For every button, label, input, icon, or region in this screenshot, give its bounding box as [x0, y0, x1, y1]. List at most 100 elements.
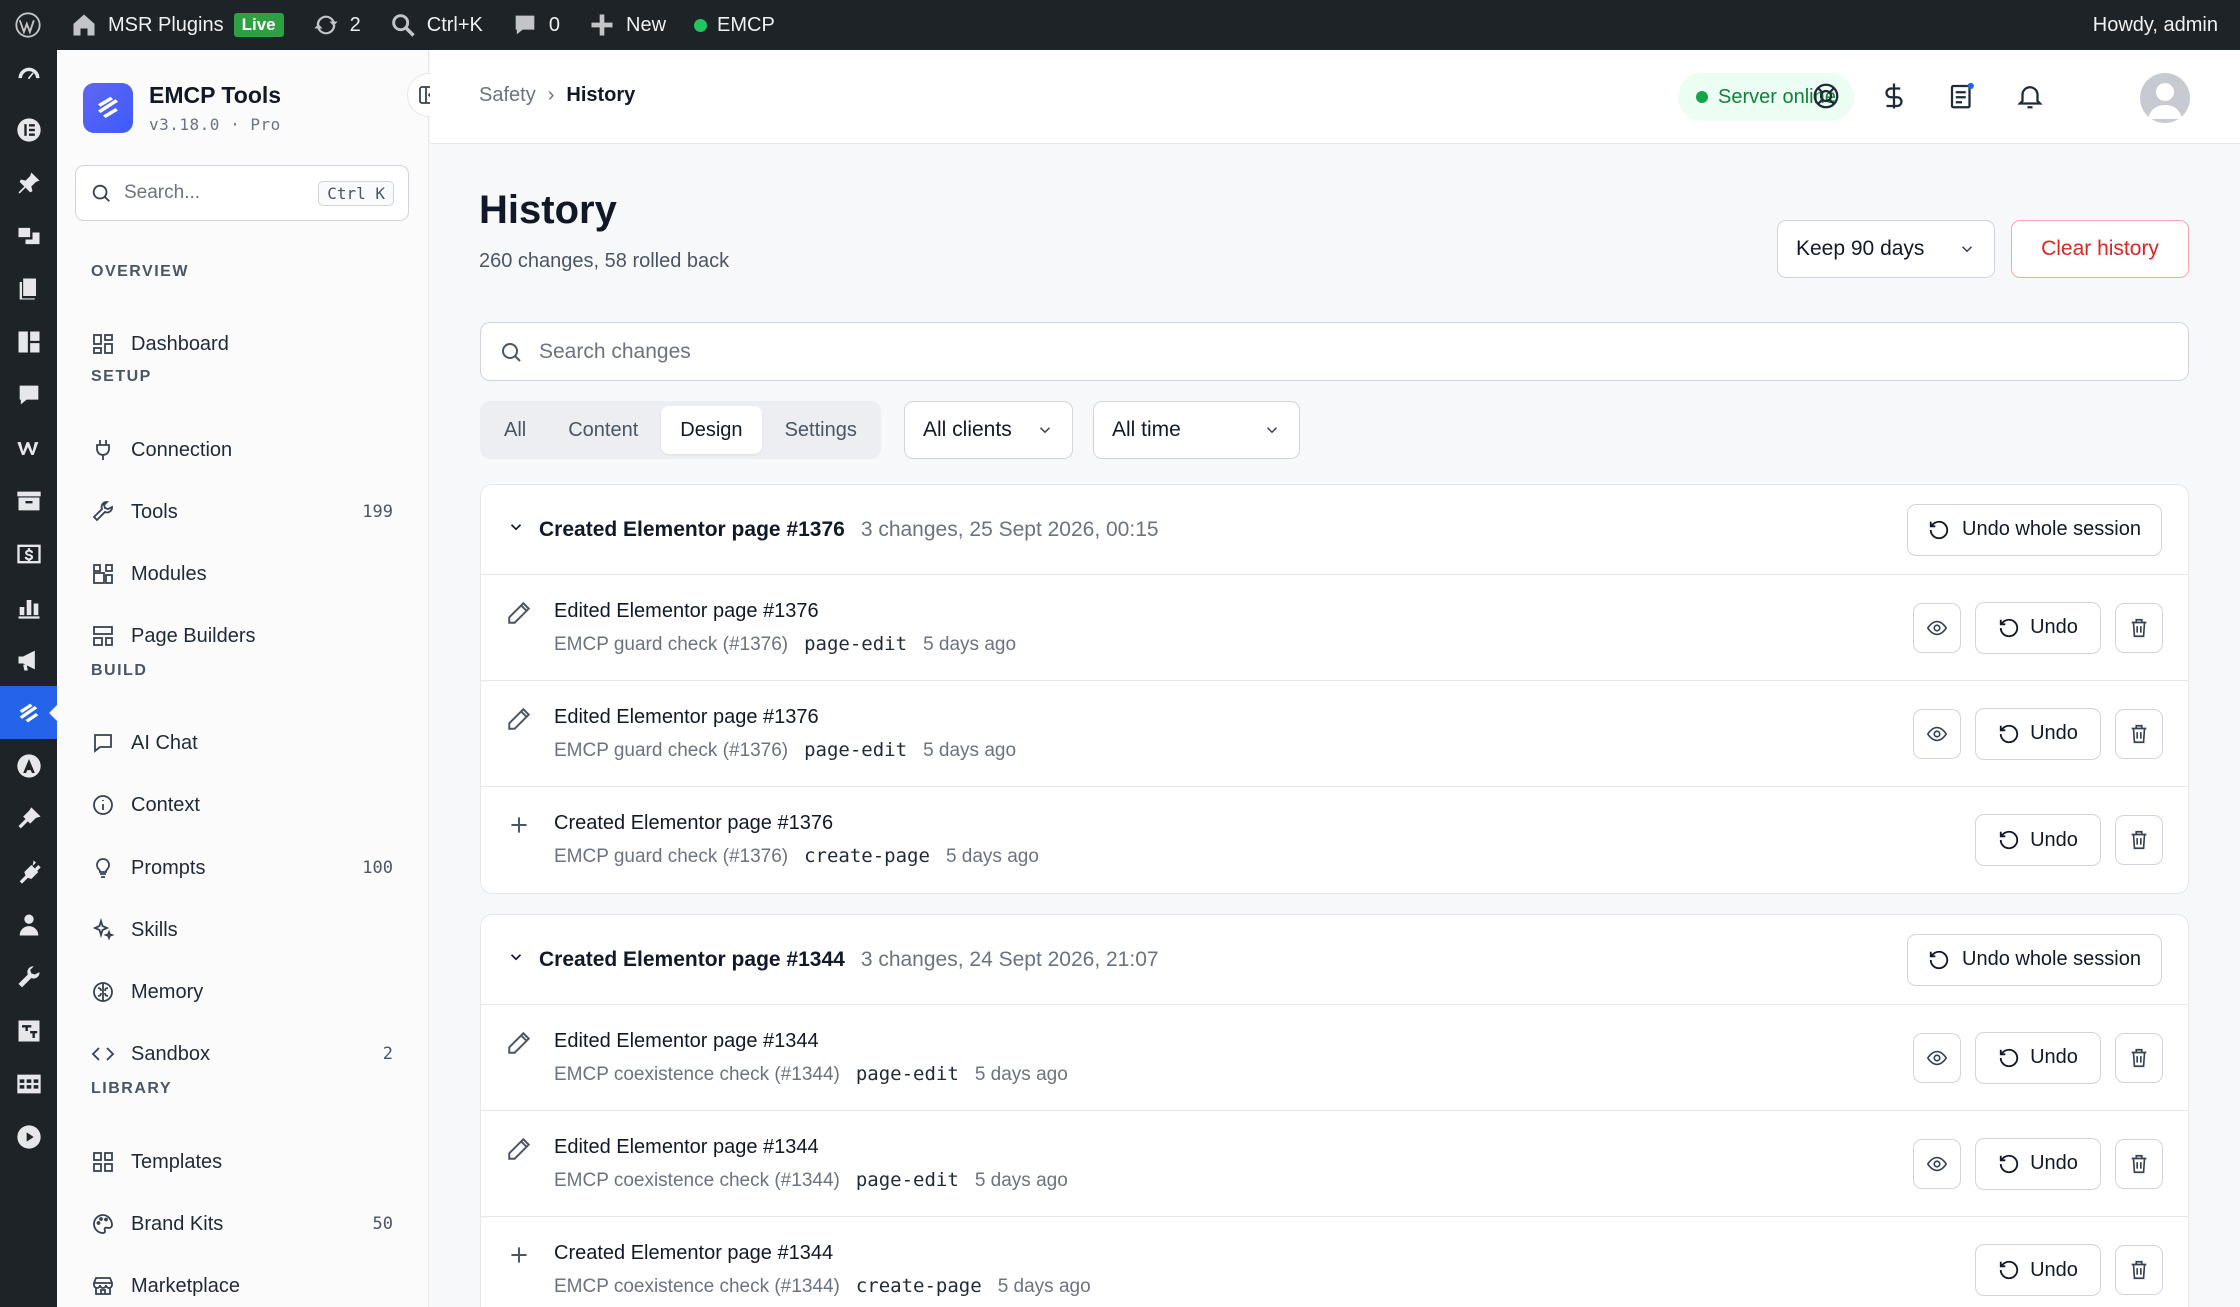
tab-content[interactable]: Content [549, 406, 657, 454]
plus-icon [506, 812, 532, 838]
avatar[interactable] [2140, 73, 2190, 123]
elementor-icon[interactable] [0, 103, 57, 156]
sidebar-item-memory[interactable]: Memory [75, 966, 409, 1018]
undo-button[interactable]: Undo [1975, 1244, 2101, 1296]
dashboard-grid-icon [93, 334, 113, 354]
woocommerce-icon[interactable] [0, 421, 57, 474]
media-icon[interactable] [0, 209, 57, 262]
pricing-dollar-icon[interactable] [1876, 78, 1912, 114]
pages-icon[interactable] [0, 262, 57, 315]
undo-label: Undo [2030, 1152, 2078, 1174]
clear-history-button[interactable]: Clear history [2011, 220, 2189, 278]
emcp-link[interactable]: EMCP [680, 0, 789, 50]
section-library: LIBRARY [91, 1080, 173, 1097]
sidebar-item-brand-kits[interactable]: Brand Kits 50 [75, 1198, 409, 1250]
dashboard-gauge-icon[interactable] [0, 50, 57, 103]
undo-whole-session-button[interactable]: Undo whole session [1907, 933, 2162, 986]
sidebar-item-ai-chat[interactable]: AI Chat [75, 717, 409, 769]
row-title: Created Elementor page #1376 [554, 812, 834, 834]
home-icon [73, 14, 95, 36]
sidebar-item-label: Brand Kits [131, 1212, 224, 1235]
payments-dollar-icon[interactable] [0, 527, 57, 580]
tables-icon[interactable] [0, 1057, 57, 1110]
undo-button[interactable]: Undo [1975, 707, 2101, 760]
undo-button[interactable]: Undo [1975, 814, 2101, 866]
chevron-down-icon[interactable] [507, 948, 525, 971]
marketing-megaphone-icon[interactable] [0, 633, 57, 686]
sidebar-item-page-builders[interactable]: Page Builders [75, 610, 409, 662]
posts-pin-icon[interactable] [0, 156, 57, 209]
preview-button[interactable] [1913, 1032, 1961, 1083]
search-changes-input[interactable]: Search changes [480, 322, 2189, 381]
sidebar-item-label: Connection [131, 438, 233, 461]
undo-button[interactable]: Undo [1975, 601, 2101, 654]
templates-grid-icon[interactable] [0, 315, 57, 368]
help-lifebuoy-icon[interactable] [1808, 78, 1844, 114]
users-icon[interactable] [0, 898, 57, 951]
search-icon [92, 184, 110, 202]
chevron-down-icon[interactable] [507, 518, 525, 541]
brain-icon [93, 982, 113, 1002]
sidebar-item-skills[interactable]: Skills [75, 904, 409, 956]
undo-label: Undo [2030, 1046, 2078, 1068]
products-archive-icon[interactable] [0, 474, 57, 527]
sidebar-item-templates[interactable]: Templates [75, 1136, 409, 1188]
sidebar-item-connection[interactable]: Connection [75, 424, 409, 476]
lightbulb-icon [96, 858, 110, 878]
preview-button[interactable] [1913, 602, 1961, 653]
preview-button[interactable] [1913, 1138, 1961, 1189]
sidebar-item-sandbox[interactable]: Sandbox 2 [75, 1028, 409, 1080]
notifications-bell-icon[interactable] [2012, 78, 2048, 114]
sidebar-search-input[interactable]: Search... Ctrl K [75, 165, 409, 221]
tab-all[interactable]: All [485, 406, 545, 454]
time-range-select[interactable]: All time [1093, 401, 1300, 459]
tab-design[interactable]: Design [661, 406, 762, 454]
plugins-brush-icon[interactable] [0, 792, 57, 845]
search-shortcut-link[interactable]: Ctrl+K [375, 0, 497, 50]
emcp-tools-icon[interactable] [0, 686, 58, 739]
clients-value: All clients [923, 418, 1012, 441]
undo-button[interactable]: Undo [1975, 1031, 2101, 1084]
sidebar-item-label: Memory [131, 980, 204, 1003]
sidebar-item-modules[interactable]: Modules [75, 548, 409, 600]
retention-select[interactable]: Keep 90 days [1777, 220, 1995, 278]
sidebar-item-context[interactable]: Context [75, 779, 409, 831]
delete-button[interactable] [2115, 1245, 2163, 1295]
comments-link[interactable]: 0 [497, 0, 574, 50]
howdy-account[interactable]: Howdy, admin [2079, 0, 2240, 50]
session-header[interactable]: Created Elementor page #1344 3 changes, … [481, 915, 2188, 1005]
sidebar-item-label: Context [131, 793, 200, 816]
delete-button[interactable] [2115, 1032, 2163, 1083]
tools-wrench-icon[interactable] [0, 951, 57, 1004]
delete-button[interactable] [2115, 602, 2163, 653]
delete-button[interactable] [2115, 815, 2163, 865]
site-name-link[interactable]: MSR Plugins Live [56, 0, 298, 50]
undo-whole-session-button[interactable]: Undo whole session [1907, 503, 2162, 556]
media-play-icon[interactable] [0, 1110, 57, 1163]
status-dot [694, 18, 708, 32]
comments-icon[interactable] [0, 368, 57, 421]
trash-icon [2131, 1154, 2147, 1173]
delete-button[interactable] [2115, 1138, 2163, 1189]
preview-button[interactable] [1913, 708, 1961, 759]
eye-icon [1926, 1156, 1948, 1171]
sidebar-item-marketplace[interactable]: Marketplace [75, 1260, 409, 1307]
appearance-icon[interactable] [0, 739, 57, 792]
changelog-news-icon[interactable] [1944, 78, 1980, 114]
sidebar-item-tools[interactable]: Tools 199 [75, 486, 409, 538]
row-source: EMCP guard check (#1376) [554, 739, 789, 761]
delete-button[interactable] [2115, 708, 2163, 759]
updates-link[interactable]: 2 [298, 0, 375, 50]
breadcrumb-safety[interactable]: Safety [479, 84, 536, 107]
plugins-plug-icon[interactable] [0, 845, 57, 898]
clients-select[interactable]: All clients [904, 401, 1073, 459]
session-header[interactable]: Created Elementor page #1376 3 changes, … [481, 485, 2188, 575]
wordpress-logo-icon[interactable] [0, 0, 56, 50]
analytics-bar-icon[interactable] [0, 580, 57, 633]
settings-sliders-icon[interactable] [0, 1004, 57, 1057]
undo-button[interactable]: Undo [1975, 1137, 2101, 1190]
sidebar-item-dashboard[interactable]: Dashboard [75, 318, 409, 370]
sidebar-item-prompts[interactable]: Prompts 100 [75, 842, 409, 894]
tab-settings[interactable]: Settings [766, 406, 876, 454]
new-content-link[interactable]: New [574, 0, 680, 50]
